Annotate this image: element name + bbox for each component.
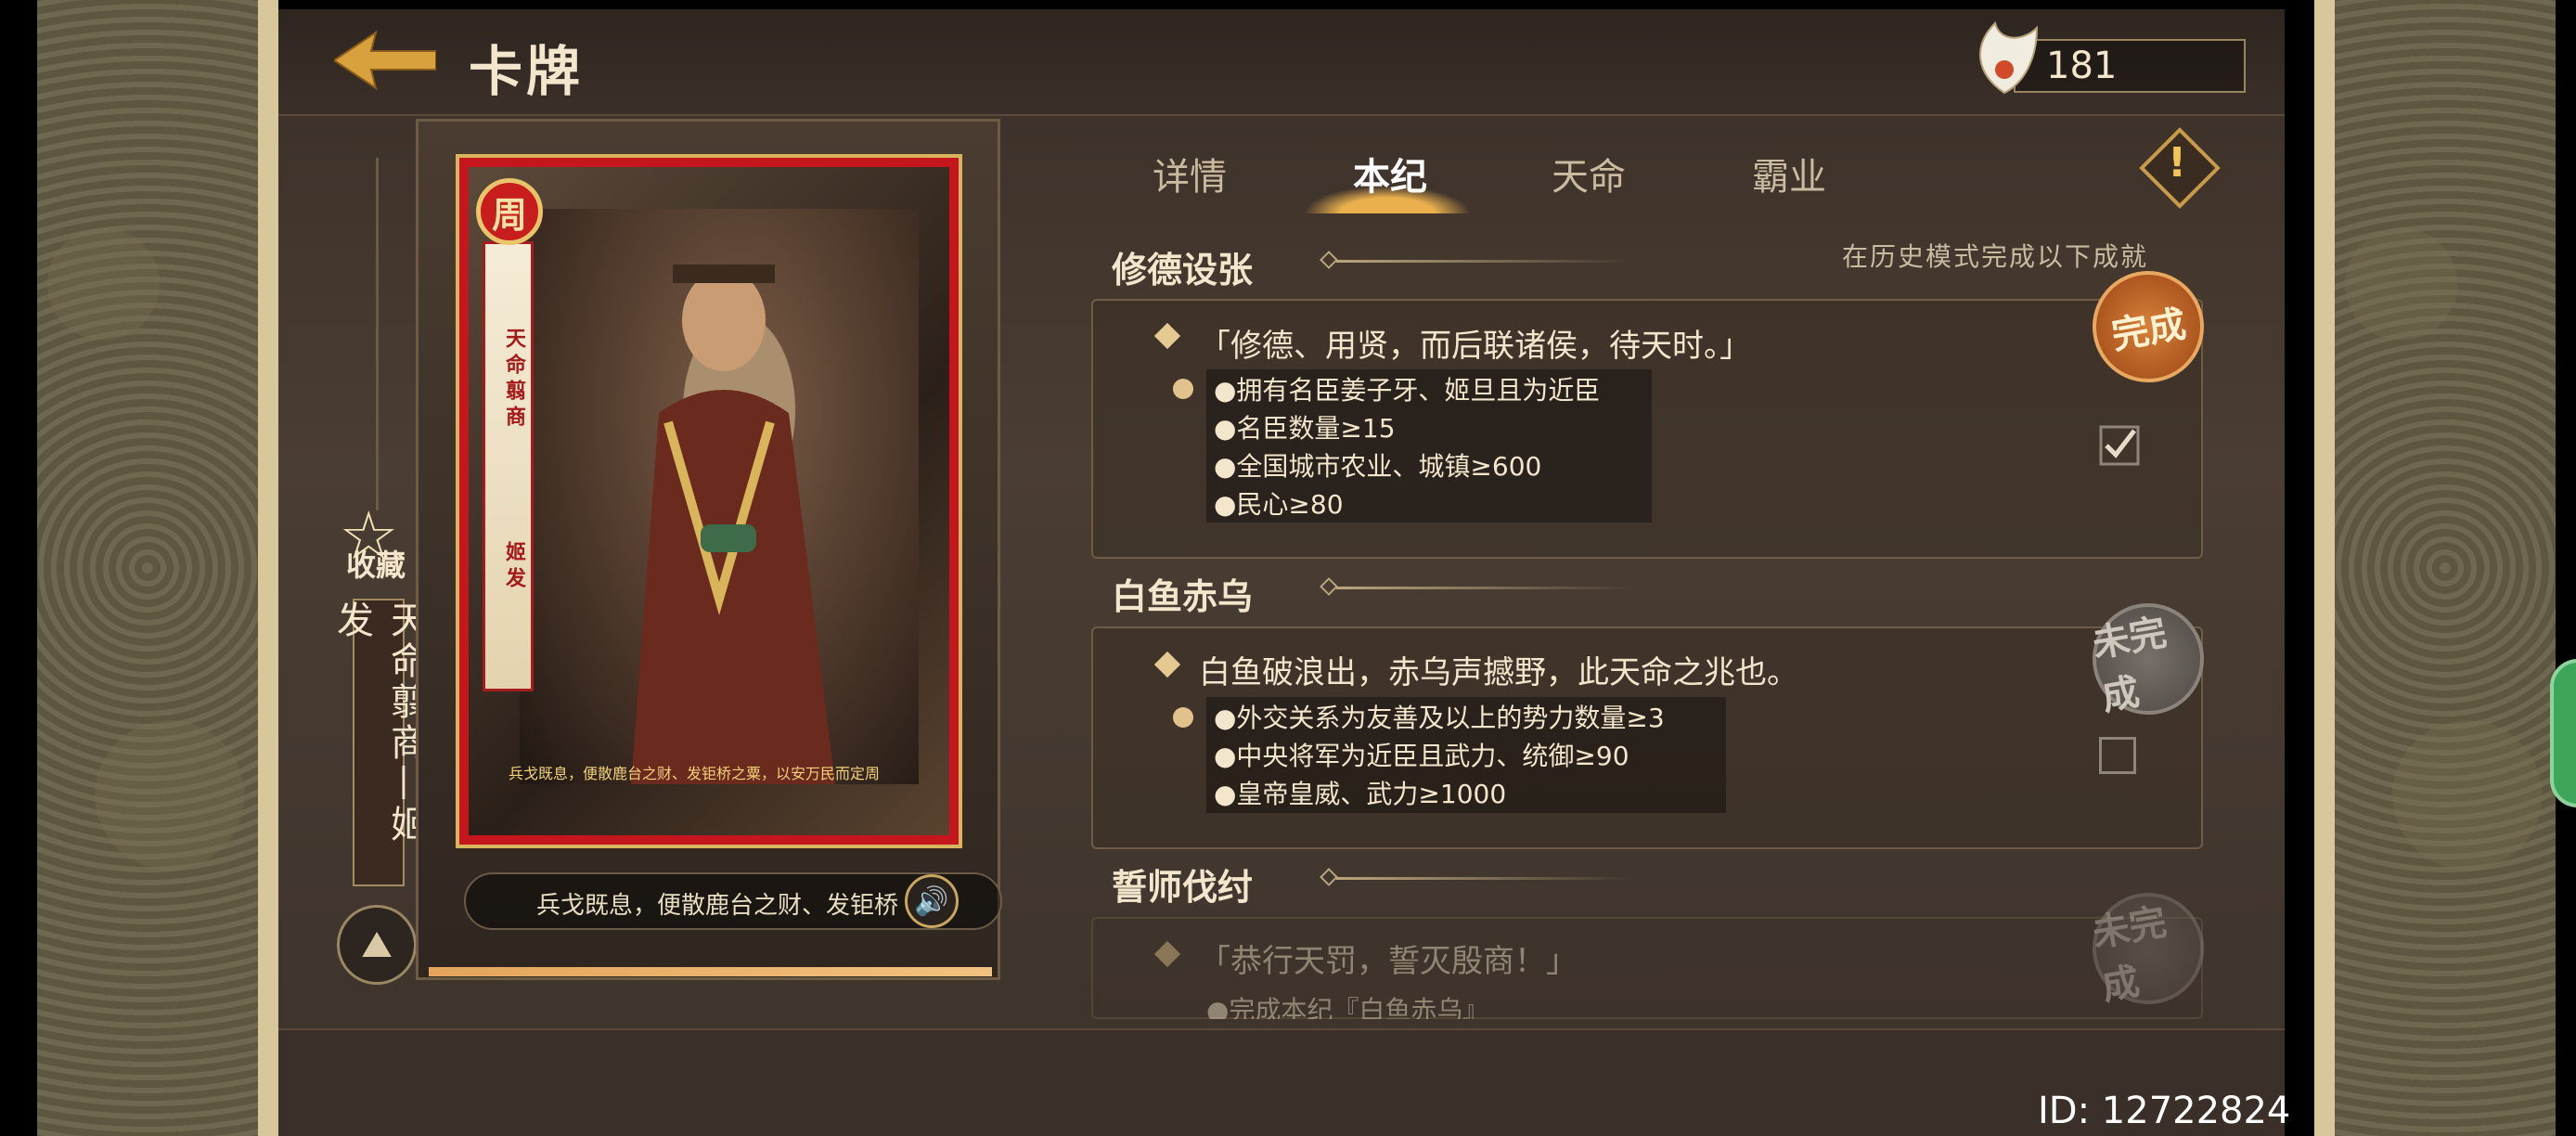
hero-figure bbox=[631, 265, 835, 784]
bottom-bar bbox=[278, 1028, 2285, 1136]
card-quote: 兵戈既息，便散鹿台之财、发钜桥之粟，以安万民而定周 bbox=[509, 765, 881, 782]
card-progress-bar bbox=[429, 967, 992, 976]
card-name-vertical: 天命翦商—姬发 bbox=[330, 599, 427, 886]
ribbon-name: 姬发 bbox=[502, 541, 525, 593]
left-decor-panel bbox=[37, 0, 278, 1136]
requirement-list: ●外交关系为友善及以上的势力数量≥3 ●中央将军为近臣且武力、统御≥90 ●皇帝… bbox=[1206, 697, 1726, 813]
seal-icon: 周 bbox=[476, 178, 543, 245]
achievement-quote: 「修德、用贤，而后联诸侯，待天时。」 bbox=[1199, 328, 1751, 365]
back-arrow-icon[interactable] bbox=[334, 28, 436, 93]
checkbox-icon[interactable] bbox=[2099, 425, 2140, 466]
requirement-dot bbox=[1173, 707, 1193, 728]
plume-icon bbox=[1979, 21, 2039, 95]
requirement-item: ●拥有名臣姜子牙、姬旦且为近臣 bbox=[1214, 375, 1601, 406]
right-decor-panel bbox=[2314, 0, 2556, 1136]
section-deco-line bbox=[1336, 260, 1633, 263]
requirement-item: ●全国城市农业、城镇≥600 bbox=[1214, 451, 1542, 482]
floating-green-button[interactable] bbox=[2550, 659, 2576, 807]
hero-portrait bbox=[520, 209, 919, 784]
audio-text: 兵戈既息，便散鹿台之财、发钜桥之粟 bbox=[536, 892, 898, 920]
requirement-item: ●名臣数量≥15 bbox=[1214, 413, 1396, 444]
achievement-quote: 「恭行天罚，誓灭殷商！」 bbox=[1199, 943, 1578, 980]
requirement-item: ●皇帝皇威、武力≥1000 bbox=[1214, 779, 1507, 809]
checkbox-icon[interactable] bbox=[2099, 737, 2136, 774]
requirement-item: ●民心≥80 bbox=[1214, 489, 1344, 520]
mountain-icon[interactable]: ⛰ bbox=[337, 905, 417, 985]
page-title: 卡牌 bbox=[469, 40, 585, 103]
speaker-icon[interactable]: 🔊 bbox=[905, 874, 959, 928]
requirement-item: ●中央将军为近臣且武力、统御≥90 bbox=[1214, 741, 1629, 771]
section-deco-line bbox=[1336, 877, 1633, 880]
currency-value: 181 bbox=[2046, 45, 2118, 87]
requirement-item: ●外交关系为友善及以上的势力数量≥3 bbox=[1214, 703, 1665, 733]
user-id: ID: 12722824 bbox=[2038, 1090, 2291, 1132]
collect-label[interactable]: 收藏 bbox=[346, 542, 406, 585]
section-title: 誓师伐纣 bbox=[1112, 867, 1254, 908]
requirement-list: ●拥有名臣姜子牙、姬旦且为近臣 ●名臣数量≥15 ●全国城市农业、城镇≥600 … bbox=[1206, 369, 1652, 523]
card-ribbon: 天命翦商 姬发 bbox=[483, 241, 534, 691]
tab-mandate[interactable]: 天命 bbox=[1552, 147, 1626, 200]
achievement-hint: 在历史模式完成以下成就 bbox=[1842, 241, 2149, 272]
tab-annals[interactable]: 本纪 bbox=[1353, 147, 1427, 200]
tab-details[interactable]: 详情 bbox=[1153, 147, 1227, 200]
requirement-dot bbox=[1173, 379, 1193, 399]
section-title: 修德设张 bbox=[1112, 250, 1254, 290]
quote-diamond bbox=[1153, 940, 1181, 968]
section-title: 白鱼赤乌 bbox=[1112, 576, 1254, 617]
section-deco-line bbox=[1336, 587, 1633, 589]
achievement-card-content: 「恭行天罚，誓灭殷商！」 ●完成本纪『白鱼赤乌』 bbox=[1091, 917, 2203, 1019]
ribbon-title: 天命翦商 bbox=[502, 328, 525, 432]
achievement-quote: 白鱼破浪出，赤乌声撼野，此天命之兆也。 bbox=[1199, 654, 1798, 691]
nav-line bbox=[376, 158, 379, 510]
alert-mark: ! bbox=[2168, 139, 2187, 187]
tab-hegemony[interactable]: 霸业 bbox=[1752, 147, 1826, 200]
requirement-item: ●完成本纪『白鱼赤乌』 bbox=[1206, 995, 1489, 1019]
